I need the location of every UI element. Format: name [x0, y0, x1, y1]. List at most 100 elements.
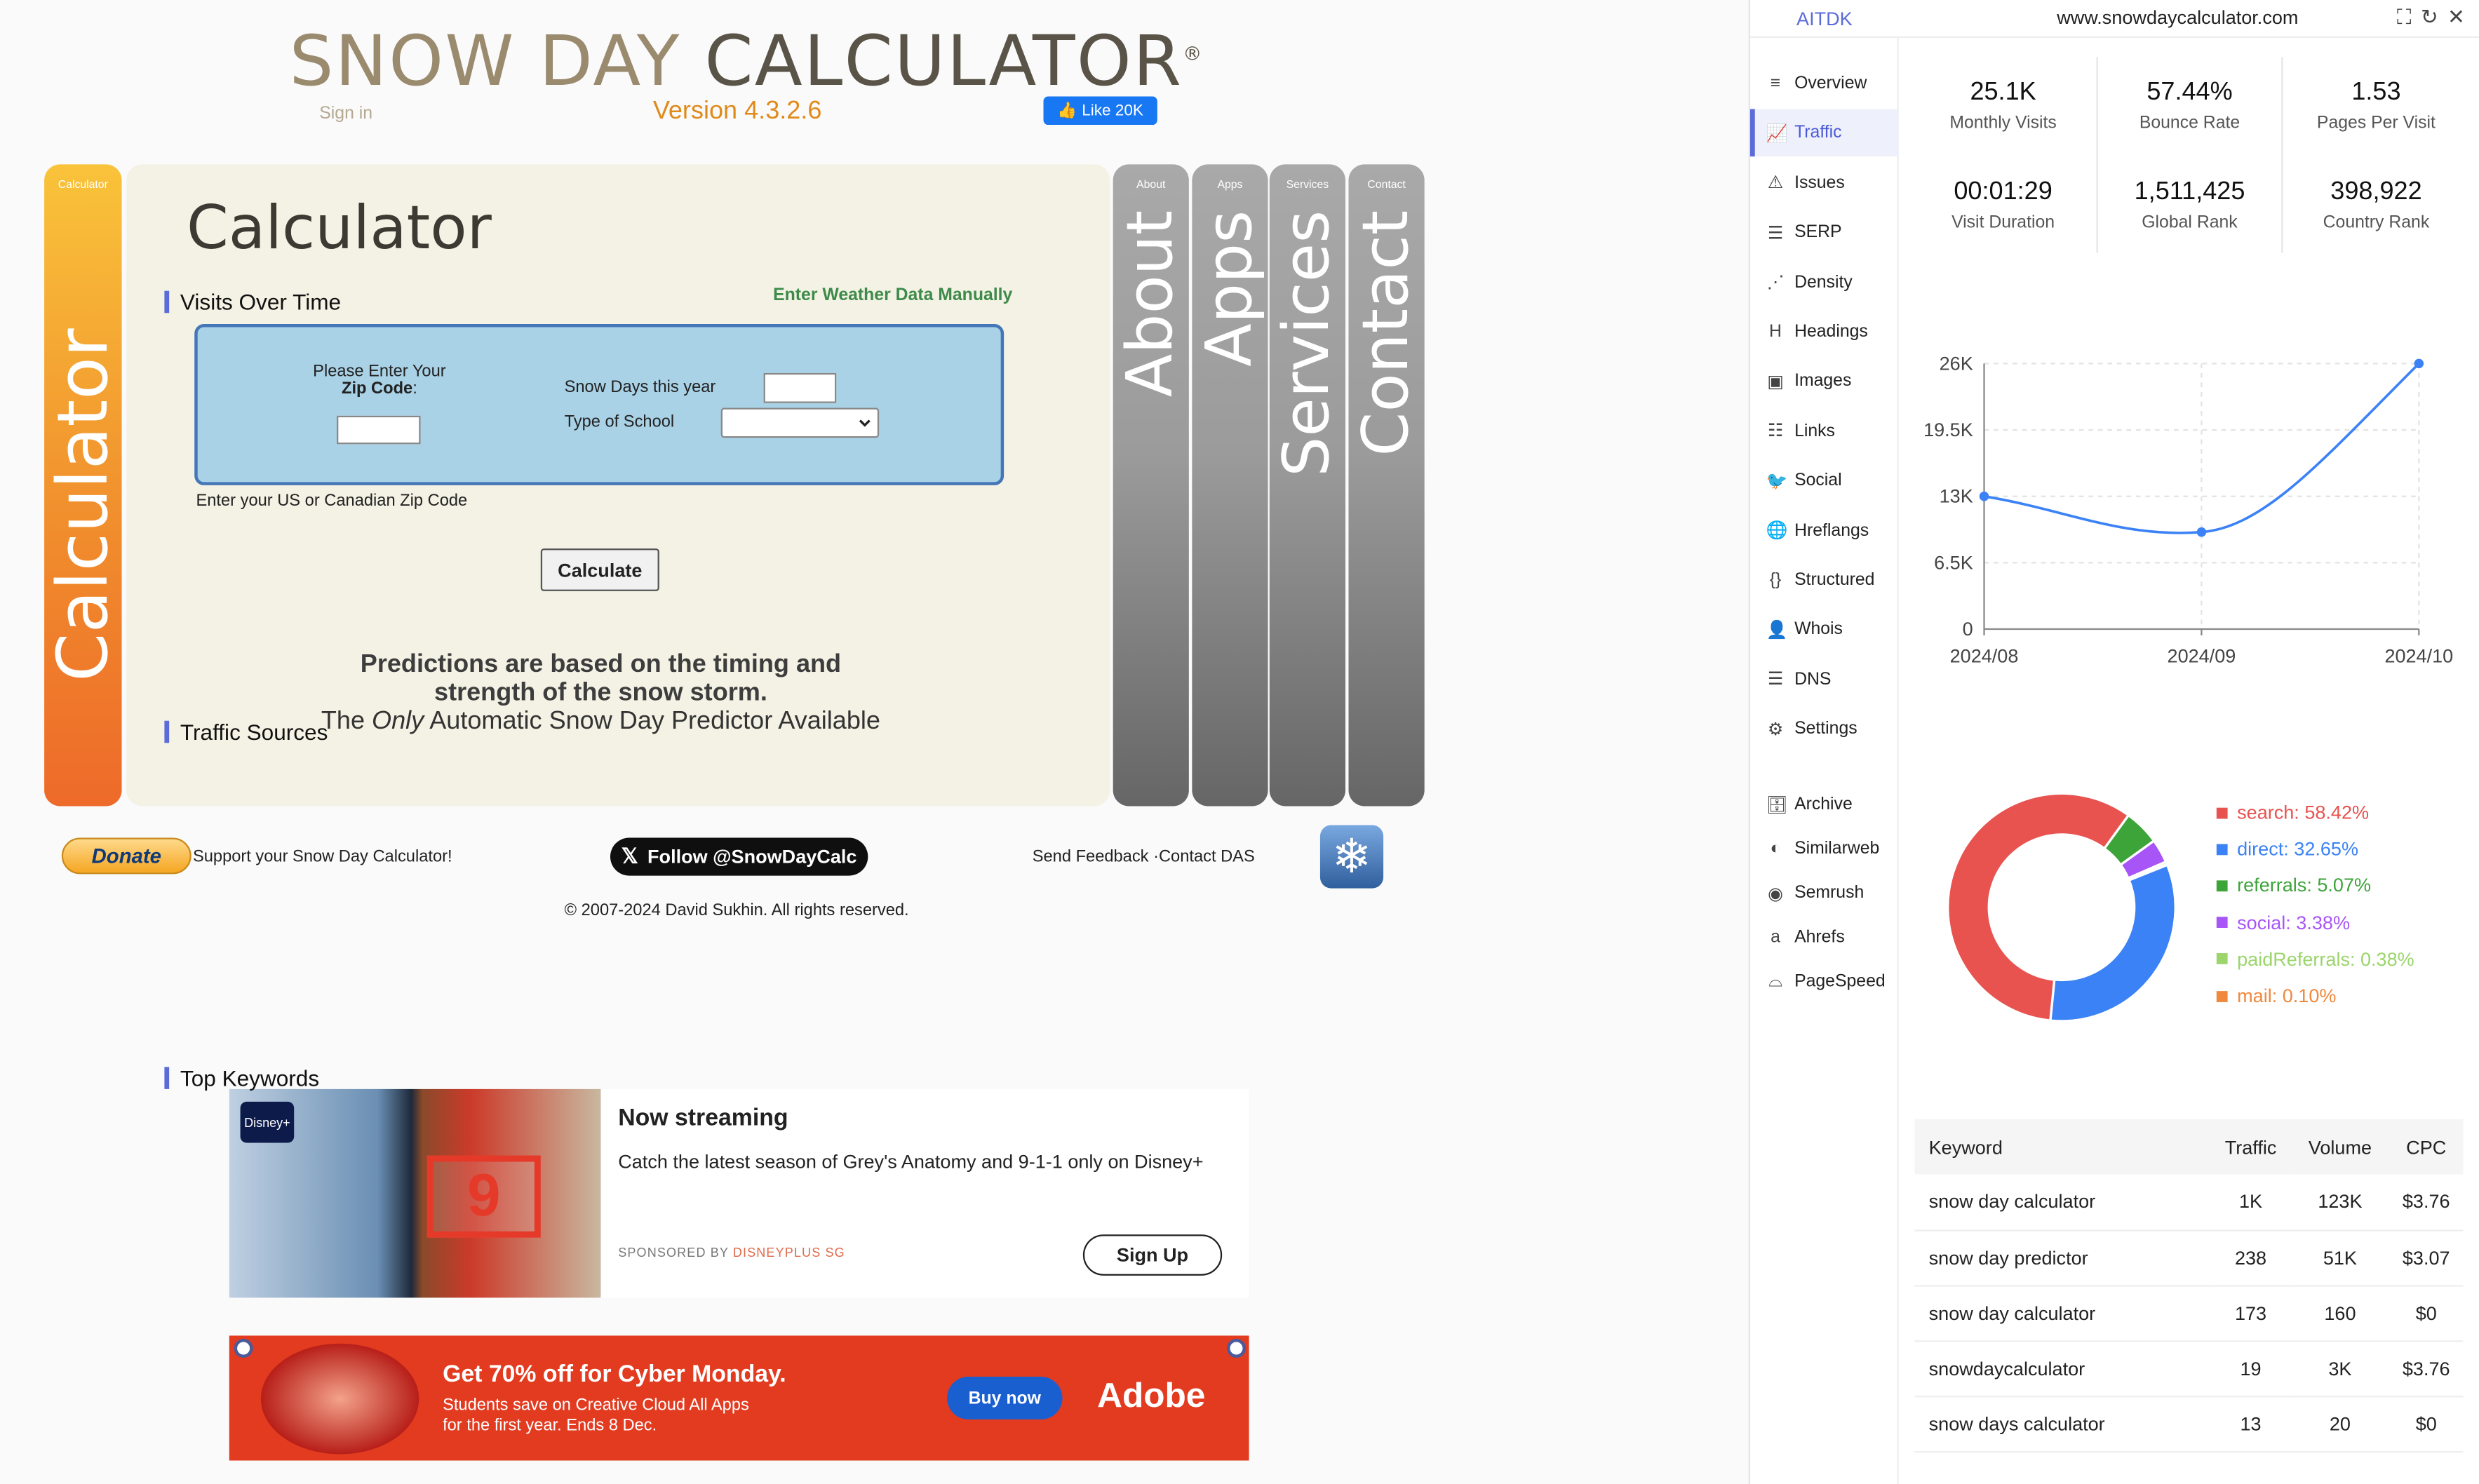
legend-swatch	[2216, 990, 2228, 1001]
tab-contact[interactable]: Contact Contact	[1348, 164, 1425, 807]
sidebar-item-social[interactable]: 🐦 Social	[1750, 457, 1899, 505]
table-cell: $3.76	[2389, 1174, 2464, 1231]
adobe-ad[interactable]: Get 70% off for Cyber Monday. Students s…	[229, 1335, 1249, 1461]
snowflake-app-icon[interactable]: ❄	[1319, 825, 1384, 889]
sign-in-link[interactable]: Sign in	[319, 104, 372, 123]
dns-icon: ☰	[1767, 670, 1784, 690]
tab-about[interactable]: About About	[1113, 164, 1189, 807]
table-row: snowdaycalculator 19 3K $3.76	[1914, 1340, 2464, 1397]
stat-card: 57.44% Bounce Rate	[2097, 57, 2283, 155]
calculate-button[interactable]: Calculate	[540, 548, 659, 591]
ad-sponsor: SPONSORED BY DISNEYPLUS SG	[618, 1245, 845, 1260]
social-icon: 🐦	[1766, 472, 1788, 492]
snow-days-input[interactable]	[763, 372, 837, 403]
sidebar-item-images[interactable]: ▣ Images	[1750, 358, 1899, 405]
x-tick-label: 2024/08	[1950, 645, 2019, 666]
table-row: snow day calculator 173 160 $0	[1914, 1285, 2464, 1342]
sidebar-item-density[interactable]: ⋰ Density	[1750, 259, 1899, 306]
stat-divider	[2096, 57, 2098, 253]
semrush-icon: ◉	[1768, 884, 1783, 904]
overview-icon: ≡	[1770, 74, 1781, 93]
sidebar-item-traffic[interactable]: 📈 Traffic	[1749, 109, 1899, 158]
manual-weather-link[interactable]: Enter Weather Data Manually	[773, 286, 1012, 305]
version-label: Version 4.3.2.6	[652, 97, 822, 126]
calculator-tab-small-label: Calculator	[58, 180, 108, 191]
traffic-icon: 📈	[1766, 124, 1788, 144]
sidebar-link-similarweb[interactable]: ◐ Similarweb	[1750, 825, 1899, 872]
sidebar-item-links[interactable]: ☷ Links	[1750, 407, 1899, 455]
column-header[interactable]: CPC	[2389, 1119, 2464, 1175]
pagespeed-icon: ⌓	[1768, 971, 1782, 991]
sign-up-button[interactable]: Sign Up	[1082, 1234, 1223, 1276]
extension-header: AITDK www.snowdaycalculator.com ⛶ ↻ ✕	[1749, 0, 2479, 39]
stat-card: 398,922 Country Rank	[2283, 156, 2469, 255]
sidebar-link-pagespeed[interactable]: ⌓ PageSpeed	[1750, 958, 1899, 1006]
x-tick-label: 2024/09	[2168, 645, 2236, 666]
x-logo-icon: 𝕏	[621, 844, 638, 868]
ahrefs-icon: a	[1771, 927, 1780, 947]
calculator-tab[interactable]: Calculator Calculator	[43, 164, 124, 807]
sidebar-item-headings[interactable]: H Headings	[1750, 308, 1899, 356]
stat-value: 57.44%	[2147, 79, 2233, 107]
close-icon[interactable]: ✕	[2447, 5, 2465, 30]
zip-hint: Enter your US or Canadian Zip Code	[196, 491, 468, 511]
sidebar-item-structured[interactable]: {} Structured	[1750, 556, 1899, 604]
sidebar-link-archive[interactable]: 🗄 Archive	[1750, 781, 1899, 828]
sidebar-item-overview[interactable]: ≡ Overview	[1750, 60, 1899, 108]
column-header[interactable]: Keyword	[1914, 1119, 2211, 1175]
table-row: snow day predictor 238 51K $3.07	[1914, 1229, 2464, 1286]
sidebar-item-hreflangs[interactable]: 🌐 Hreflangs	[1750, 507, 1899, 555]
top-keywords-title: Top Keywords	[164, 1067, 319, 1089]
ad-info-icon[interactable]	[234, 1338, 253, 1358]
legend-swatch	[2216, 880, 2228, 891]
tab-apps[interactable]: Apps Apps	[1192, 164, 1268, 807]
registered-mark: ®	[1183, 42, 1204, 65]
table-cell: $3.76	[2389, 1340, 2464, 1397]
legend-swatch	[2216, 807, 2228, 818]
links-icon: ☷	[1767, 422, 1784, 442]
stat-card: 25.1K Monthly Visits	[1910, 57, 2097, 155]
y-tick-label: 6.5K	[1934, 552, 1973, 573]
table-cell: snow days calculator	[1914, 1396, 2211, 1452]
screenshot-icon[interactable]: ⛶	[2397, 5, 2412, 30]
school-type-label: Type of School	[564, 412, 675, 432]
school-type-select[interactable]	[720, 407, 880, 438]
column-header[interactable]: Traffic	[2210, 1119, 2291, 1175]
table-cell: 160	[2290, 1285, 2390, 1342]
sidebar-link-ahrefs[interactable]: a Ahrefs	[1750, 914, 1899, 962]
sidebar-item-settings[interactable]: ⚙ Settings	[1750, 706, 1899, 753]
refresh-icon[interactable]: ↻	[2421, 5, 2438, 30]
follow-x-button[interactable]: 𝕏 Follow @SnowDayCalc	[610, 837, 868, 876]
tab-services[interactable]: Services Services	[1269, 164, 1345, 807]
ad-choices-icon[interactable]	[1226, 1338, 1246, 1358]
snow-days-label: Snow Days this year	[564, 377, 716, 397]
facebook-like-button[interactable]: 👍 Like 20K	[1043, 96, 1157, 126]
donate-button[interactable]: Donate	[61, 837, 192, 875]
table-cell: 173	[2210, 1285, 2291, 1342]
column-header[interactable]: Volume	[2290, 1119, 2390, 1175]
disney-ad[interactable]: Disney+ 9 Now streaming Catch the latest …	[229, 1088, 1249, 1298]
sidebar-link-semrush[interactable]: ◉ Semrush	[1750, 870, 1899, 917]
legend-item: social: 3.38%	[2216, 912, 2350, 933]
aitdk-brand[interactable]: AITDK	[1750, 0, 1899, 38]
sidebar-item-whois[interactable]: 👤 Whois	[1750, 606, 1899, 654]
y-tick-label: 19.5K	[1923, 419, 1973, 440]
stat-label: Monthly Visits	[1949, 114, 2057, 133]
legend-swatch	[2216, 917, 2228, 929]
disney-plus-badge: Disney+	[240, 1101, 295, 1143]
sidebar-item-dns[interactable]: ☰ DNS	[1750, 656, 1899, 703]
table-cell: 13	[2210, 1396, 2291, 1452]
legend-item: referrals: 5.07%	[2216, 875, 2371, 897]
sidebar-item-serp[interactable]: ☰ SERP	[1750, 209, 1899, 257]
site-logo[interactable]: SNOW DAY CALCULATOR®	[289, 19, 1203, 97]
zip-input[interactable]	[337, 415, 421, 445]
issues-icon: ⚠	[1767, 174, 1784, 194]
stat-label: Country Rank	[2323, 213, 2430, 233]
data-point	[1979, 491, 1989, 501]
feedback-link[interactable]: Send Feedback ·Contact DAS	[1033, 847, 1255, 866]
sidebar-item-issues[interactable]: ⚠ Issues	[1750, 159, 1899, 207]
density-icon: ⋰	[1766, 274, 1785, 293]
nine-one-one-logo: 9	[426, 1155, 541, 1238]
buy-now-button[interactable]: Buy now	[947, 1377, 1063, 1419]
settings-icon: ⚙	[1767, 720, 1784, 740]
